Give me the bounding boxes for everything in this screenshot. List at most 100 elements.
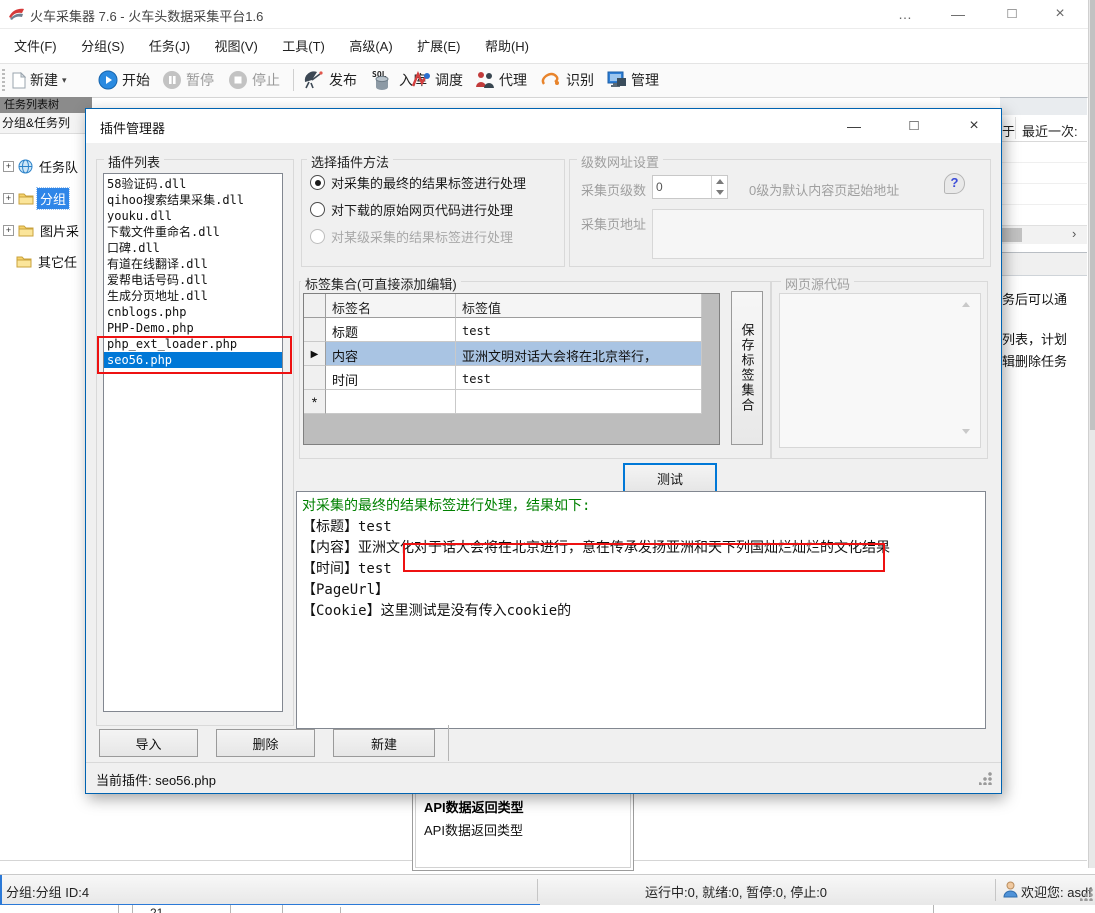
tag-name-cell-selected[interactable]: 内容 [326, 342, 456, 366]
fragment-line [282, 905, 283, 913]
manage-button[interactable]: 管理 [607, 68, 659, 92]
tree-item-group[interactable]: + 分组 [3, 188, 69, 208]
column-fragment[interactable]: 于 [1002, 121, 1015, 140]
help-icon[interactable]: ? [944, 173, 965, 194]
user-icon [1003, 881, 1018, 898]
radio-final-result[interactable]: 对采集的最终的结果标签进行处理 [310, 173, 526, 192]
folder-icon [18, 223, 34, 237]
proxy-button[interactable]: 代理 [475, 68, 527, 92]
radio-level-result[interactable]: 对某级采集的结果标签进行处理 [310, 227, 513, 246]
grid-col-name[interactable]: 标签名 [326, 294, 456, 318]
plugin-item[interactable]: 有道在线翻译.dll [104, 256, 282, 272]
grid-corner[interactable] [304, 294, 326, 318]
row-header[interactable] [304, 366, 326, 390]
tasktree-tab[interactable]: 分组&任务列 [0, 113, 90, 134]
menu-tools[interactable]: 工具(T) [282, 36, 325, 55]
radio-raw-html[interactable]: 对下载的原始网页代码进行处理 [310, 200, 513, 219]
expander-icon[interactable]: + [3, 161, 14, 172]
plugin-item[interactable]: PHP-Demo.php [104, 320, 282, 336]
import-button[interactable]: 导入 [99, 729, 198, 757]
tree-item-other-tasks[interactable]: 其它任 [16, 251, 80, 271]
new-button[interactable]: 新建 ▾ [12, 68, 67, 92]
plugin-item[interactable]: 生成分页地址.dll [104, 288, 282, 304]
tag-value-cell[interactable]: test [456, 366, 702, 390]
dialog-resize-grip[interactable] [979, 772, 992, 785]
menu-file[interactable]: 文件(F) [14, 36, 57, 55]
window-border-left [0, 875, 2, 906]
plugin-item[interactable]: 爱帮电话号码.dll [104, 272, 282, 288]
tag-name-cell[interactable]: 标题 [326, 318, 456, 342]
start-button[interactable]: 开始 [98, 68, 150, 92]
pause-button[interactable]: 暂停 [162, 68, 214, 92]
page-level-label: 采集页级数 [581, 180, 646, 199]
radio-selected-icon [310, 175, 325, 190]
tree-item-task-queue[interactable]: + 任务队 [3, 156, 81, 176]
tag-value-cell[interactable]: test [456, 318, 702, 342]
plugin-item[interactable]: cnblogs.php [104, 304, 282, 320]
hscrollbar[interactable]: › [1000, 225, 1087, 244]
scroll-down-icon[interactable] [962, 429, 970, 434]
tree-item-image-collect[interactable]: + 图片采 [3, 220, 82, 240]
vscroll-thumb[interactable] [1090, 0, 1095, 430]
new-plugin-button[interactable]: 新建 [333, 729, 435, 757]
web-source-textarea[interactable] [779, 293, 981, 448]
dialog-close-button[interactable]: × [958, 114, 990, 138]
tag-value-cell-selected[interactable]: 亚洲文明对话大会将在北京举行， [456, 342, 702, 366]
spin-up-icon[interactable] [712, 176, 727, 187]
plugin-item[interactable]: 下载文件重命名.dll [104, 224, 282, 240]
menu-view[interactable]: 视图(V) [214, 36, 257, 55]
stop-icon [228, 70, 248, 90]
spin-down-icon[interactable] [712, 187, 727, 198]
new-tag-name-cell[interactable] [326, 390, 456, 414]
table-grid-line [1000, 204, 1087, 205]
menu-help[interactable]: 帮助(H) [485, 36, 529, 55]
schedule-button[interactable]: 调度 [411, 68, 463, 92]
folder-icon [16, 254, 32, 268]
plugin-item[interactable]: 58验证码.dll [104, 176, 282, 192]
close-button[interactable]: × [1043, 2, 1077, 26]
save-tag-collection-button[interactable]: 保存标签集合 [731, 291, 763, 445]
maximize-button[interactable]: □ [995, 2, 1029, 26]
plugin-item[interactable]: youku.dll [104, 208, 282, 224]
plugin-item[interactable]: 口碑.dll [104, 240, 282, 256]
dialog-minimize-button[interactable]: — [838, 114, 870, 138]
expander-icon[interactable]: + [3, 225, 14, 236]
new-row-header[interactable]: * [304, 390, 326, 414]
page-url-textarea[interactable] [652, 209, 984, 259]
api-box-item[interactable]: API数据返回类型 [424, 820, 622, 839]
row-header[interactable] [304, 318, 326, 342]
more-button[interactable]: … [888, 2, 922, 26]
main-vscrollbar[interactable] [1088, 0, 1095, 868]
column-last-time[interactable]: 最近一次: [1022, 121, 1078, 140]
plugin-item[interactable]: qihoo搜索结果采集.dll [104, 192, 282, 208]
menu-advanced[interactable]: 高级(A) [349, 36, 392, 55]
test-result-box[interactable]: 对采集的最终的结果标签进行处理，结果如下: 【标题】test 【内容】亚洲文化对… [296, 491, 986, 729]
statusbar-resize-grip[interactable] [1080, 888, 1093, 901]
grid-col-value[interactable]: 标签值 [456, 294, 702, 318]
hscroll-thumb[interactable] [1000, 228, 1022, 242]
toolbar-grip[interactable] [2, 69, 5, 91]
api-box-title[interactable]: API数据返回类型 [424, 797, 622, 816]
menu-extend[interactable]: 扩展(E) [417, 36, 460, 55]
level-hint: 0级为默认内容页起始地址 [749, 180, 899, 199]
row-header-current[interactable]: ▶ [304, 342, 326, 366]
publish-button[interactable]: 发布 [303, 68, 357, 92]
spinner-arrows[interactable] [711, 176, 727, 198]
new-tag-value-cell[interactable] [456, 390, 702, 414]
stop-button[interactable]: 停止 [228, 68, 280, 92]
delete-button[interactable]: 删除 [216, 729, 315, 757]
tag-name-cell[interactable]: 时间 [326, 366, 456, 390]
menu-group[interactable]: 分组(S) [81, 36, 124, 55]
minimize-button[interactable]: — [941, 2, 975, 26]
ocr-button[interactable]: 识别 [540, 68, 594, 92]
page-level-input[interactable] [653, 176, 711, 198]
menu-task[interactable]: 任务(J) [149, 36, 190, 55]
statusbar-group-id: 分组:分组 ID:4 [6, 882, 89, 901]
scroll-right-arrow[interactable]: › [1072, 226, 1076, 241]
new-dropdown-arrow[interactable]: ▾ [62, 75, 67, 86]
expander-icon[interactable]: + [3, 193, 14, 204]
result-header: 对采集的最终的结果标签进行处理，结果如下: [302, 496, 980, 517]
test-button[interactable]: 测试 [623, 463, 717, 493]
dialog-maximize-button[interactable]: □ [898, 114, 930, 138]
scroll-up-icon[interactable] [962, 302, 970, 307]
